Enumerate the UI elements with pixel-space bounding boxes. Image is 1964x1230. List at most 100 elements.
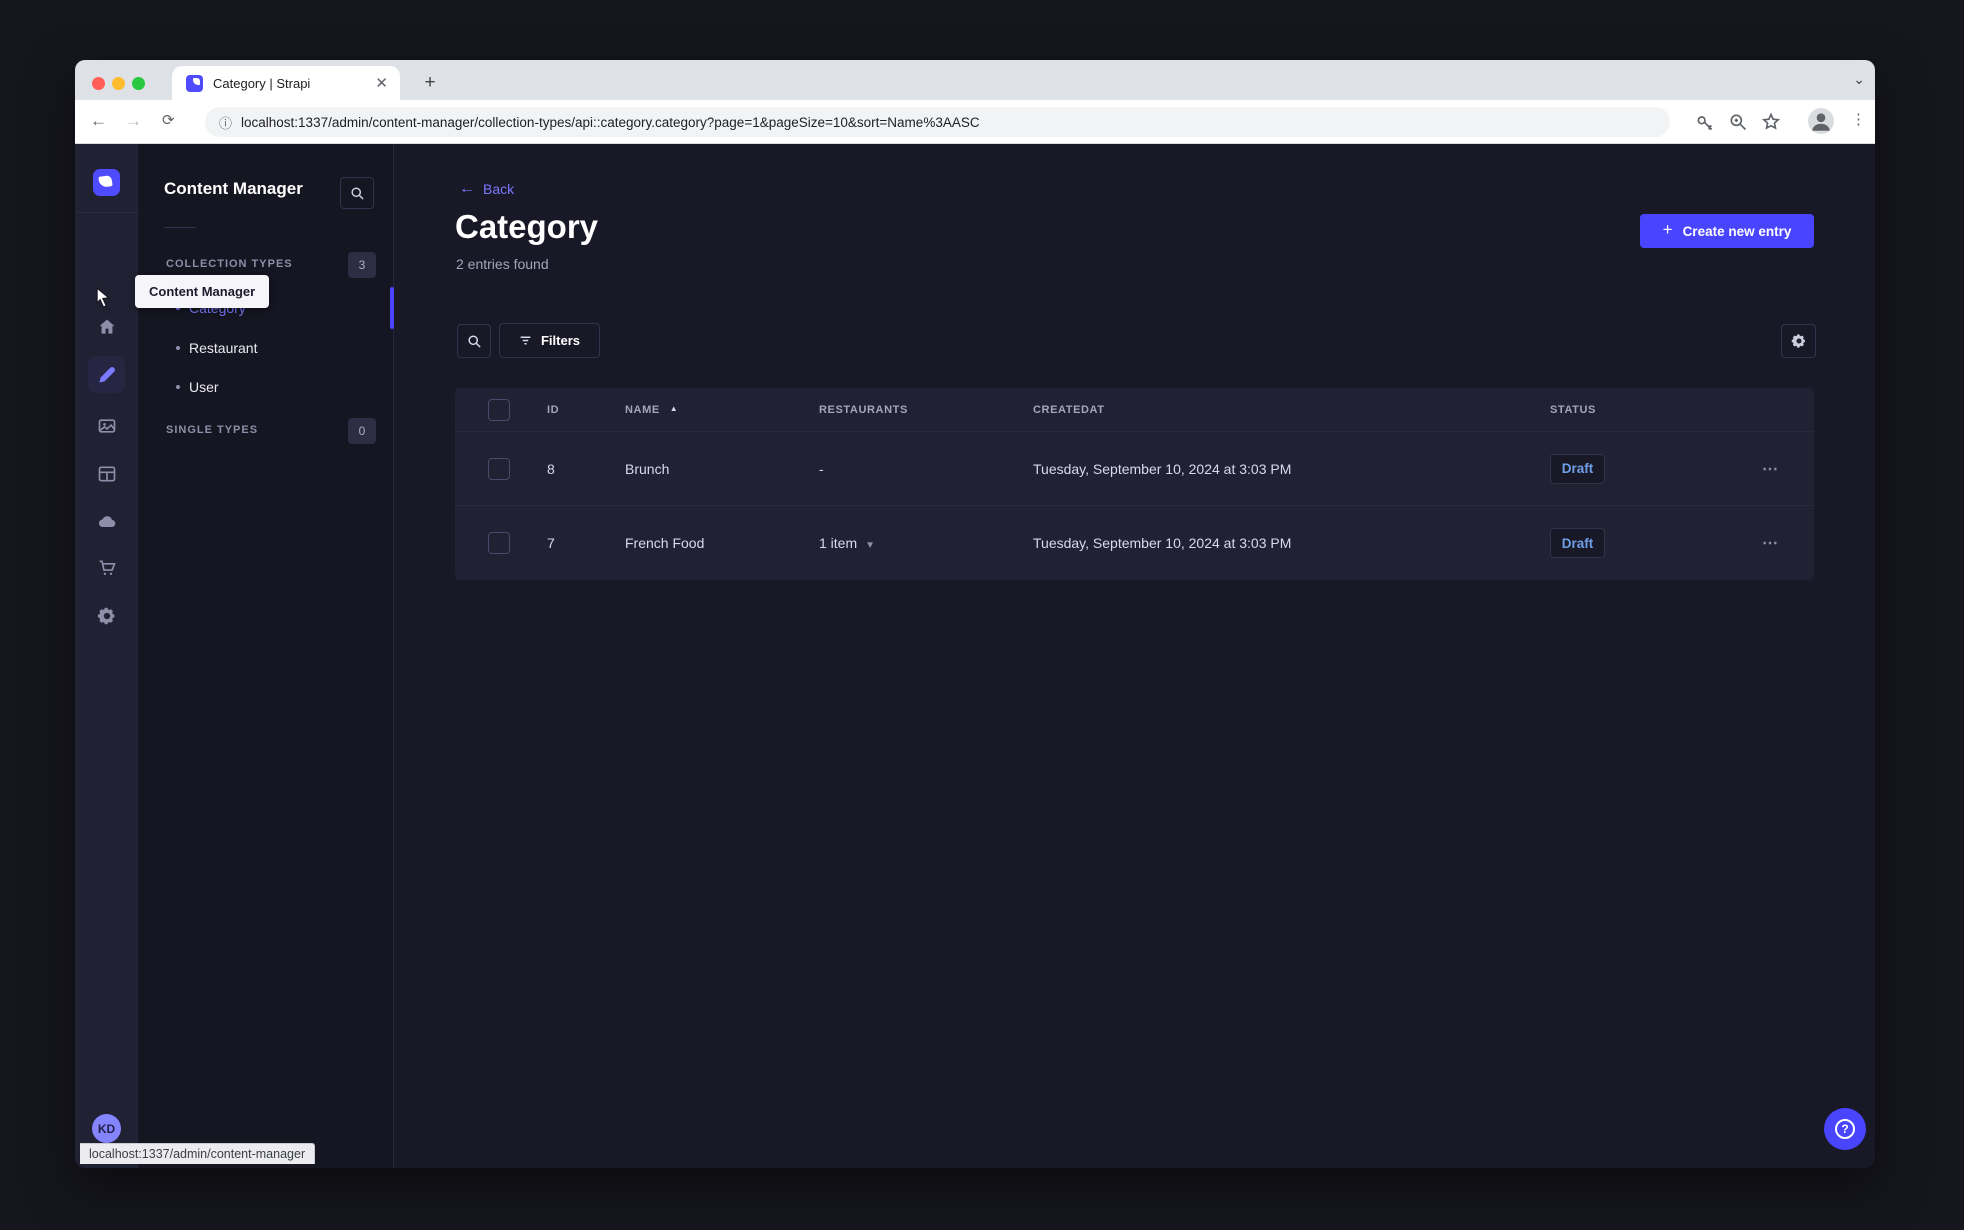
browser-profile-avatar[interactable] bbox=[1808, 108, 1834, 134]
forward-icon: → bbox=[125, 111, 142, 130]
column-header-createdat[interactable]: CREATEDAT bbox=[1033, 404, 1105, 416]
back-label: Back bbox=[483, 181, 515, 197]
row-checkbox[interactable] bbox=[488, 457, 510, 480]
close-window-button[interactable] bbox=[92, 77, 105, 90]
minimize-window-button[interactable] bbox=[112, 77, 125, 90]
column-header-restaurants[interactable]: RESTAURANTS bbox=[819, 404, 908, 416]
column-header-status[interactable]: STATUS bbox=[1550, 404, 1596, 416]
filters-label: Filters bbox=[540, 333, 580, 348]
create-new-entry-button[interactable]: + Create new entry bbox=[1640, 214, 1814, 248]
bookmark-star-icon[interactable] bbox=[1761, 112, 1781, 132]
tab-close-icon[interactable]: ✕ bbox=[375, 74, 388, 92]
tab-title: Category | Strapi bbox=[213, 75, 311, 91]
collection-types-count-badge: 3 bbox=[348, 252, 376, 278]
cell-createdat: Tuesday, September 10, 2024 at 3:03 PM bbox=[1033, 460, 1292, 477]
layout-icon bbox=[98, 466, 115, 481]
strapi-logo[interactable] bbox=[93, 169, 120, 196]
row-checkbox[interactable] bbox=[488, 532, 510, 554]
cell-status: Draft bbox=[1550, 453, 1605, 484]
back-arrow-icon: ← bbox=[459, 180, 475, 197]
cell-id: 7 bbox=[547, 535, 555, 551]
new-tab-button[interactable]: + bbox=[417, 70, 443, 96]
cell-status: Draft bbox=[1550, 528, 1605, 558]
site-info-icon[interactable]: ⓘ bbox=[219, 113, 232, 132]
single-types-count-badge: 0 bbox=[348, 418, 376, 444]
page-title: Category bbox=[455, 208, 599, 245]
browser-toolbar: ← → ⟳ ⓘ localhost:1337/admin/content-man… bbox=[75, 100, 1875, 144]
row-actions-button[interactable]: ⋯ bbox=[1762, 533, 1780, 553]
help-button[interactable]: ? bbox=[1824, 1108, 1866, 1150]
status-badge: Draft bbox=[1550, 453, 1605, 484]
plus-icon: + bbox=[1662, 220, 1673, 239]
cell-restaurants[interactable]: 1 item ▼ bbox=[819, 535, 875, 551]
strapi-app: KD Content Manager COLLECTION TYPES 3 Ca… bbox=[75, 144, 1875, 1168]
sidebar-item-user[interactable]: User bbox=[176, 379, 219, 395]
browser-menu-icon[interactable]: ⋮ bbox=[1851, 110, 1871, 130]
gear-icon bbox=[1791, 334, 1805, 348]
sidebar-item-deploy[interactable] bbox=[88, 503, 125, 540]
reload-icon[interactable]: ⟳ bbox=[162, 111, 175, 129]
password-key-icon[interactable] bbox=[1695, 112, 1715, 132]
table-row[interactable]: 8 Brunch - Tuesday, September 10, 2024 a… bbox=[455, 432, 1814, 506]
table-header-row: ID NAME ▲ RESTAURANTS CREATEDAT STATUS bbox=[455, 388, 1814, 432]
url-text: localhost:1337/admin/content-manager/col… bbox=[241, 114, 980, 130]
collection-types-label: COLLECTION TYPES bbox=[166, 258, 293, 270]
back-icon[interactable]: ← bbox=[90, 111, 107, 131]
sidebar-item-label: Restaurant bbox=[189, 340, 258, 356]
user-avatar[interactable]: KD bbox=[92, 1114, 121, 1143]
strapi-favicon bbox=[186, 74, 203, 92]
tab-search-chevron-icon[interactable]: ⌄ bbox=[1853, 71, 1865, 88]
zoom-extension-icon[interactable] bbox=[1728, 112, 1748, 132]
home-icon bbox=[99, 319, 114, 334]
subnav-search-button[interactable] bbox=[340, 177, 374, 209]
view-settings-button[interactable] bbox=[1781, 324, 1816, 358]
sidebar-item-label: User bbox=[189, 379, 219, 395]
sidebar-item-content-type-builder[interactable] bbox=[88, 455, 125, 492]
mouse-cursor bbox=[96, 286, 111, 309]
cart-icon bbox=[99, 560, 116, 575]
sidebar-item-media-library[interactable] bbox=[88, 407, 125, 444]
sidebar-item-marketplace[interactable] bbox=[88, 549, 125, 586]
nav-tooltip: Content Manager bbox=[135, 275, 270, 308]
pen-icon bbox=[99, 366, 115, 382]
status-badge: Draft bbox=[1550, 528, 1605, 558]
sidebar-item-restaurant[interactable]: Restaurant bbox=[176, 340, 257, 356]
cloud-icon bbox=[98, 515, 115, 527]
column-header-name[interactable]: NAME ▲ bbox=[625, 404, 678, 416]
table-search-button[interactable] bbox=[457, 324, 491, 358]
filter-icon bbox=[520, 336, 531, 345]
column-header-id[interactable]: ID bbox=[547, 404, 559, 416]
subnav-title: Content Manager bbox=[164, 179, 303, 198]
entries-count: 2 entries found bbox=[456, 256, 549, 272]
cell-id: 8 bbox=[547, 460, 555, 477]
browser-window: Category | Strapi ✕ + ⌄ ← → ⟳ ⓘ localhos… bbox=[75, 60, 1875, 1168]
select-all-checkbox[interactable] bbox=[488, 398, 510, 421]
active-item-indicator bbox=[390, 287, 394, 329]
question-mark-icon: ? bbox=[1835, 1119, 1855, 1139]
cell-createdat: Tuesday, September 10, 2024 at 3:03 PM bbox=[1033, 535, 1292, 551]
row-actions-button[interactable]: ⋯ bbox=[1762, 459, 1780, 479]
link-preview-status-bar: localhost:1337/admin/content-manager bbox=[80, 1143, 316, 1164]
subnav-divider bbox=[164, 227, 196, 228]
search-icon bbox=[467, 334, 481, 348]
table-row[interactable]: 7 French Food 1 item ▼ Tuesday, September… bbox=[455, 506, 1814, 580]
bullet-icon bbox=[176, 385, 180, 389]
filters-button[interactable]: Filters bbox=[499, 323, 600, 358]
chevron-down-icon: ▼ bbox=[865, 540, 876, 551]
sidebar-item-home[interactable] bbox=[88, 308, 125, 345]
browser-tab[interactable]: Category | Strapi ✕ bbox=[172, 66, 400, 100]
sidebar-item-settings[interactable] bbox=[88, 597, 125, 634]
address-bar[interactable]: ⓘ localhost:1337/admin/content-manager/c… bbox=[205, 107, 1670, 137]
back-link[interactable]: ← Back bbox=[459, 180, 514, 198]
pictures-icon bbox=[98, 418, 115, 433]
cell-name: French Food bbox=[625, 535, 705, 551]
entries-table: ID NAME ▲ RESTAURANTS CREATEDAT STATUS 8 … bbox=[455, 388, 1814, 580]
fullscreen-window-button[interactable] bbox=[132, 77, 145, 90]
sidebar-item-content-manager[interactable] bbox=[88, 356, 125, 393]
cell-restaurants: - bbox=[819, 460, 824, 477]
single-types-label: SINGLE TYPES bbox=[166, 424, 259, 436]
rail-divider bbox=[75, 212, 138, 213]
tab-strip: Category | Strapi ✕ + ⌄ bbox=[75, 60, 1875, 100]
gear-icon bbox=[97, 607, 114, 624]
create-new-entry-label: Create new entry bbox=[1682, 223, 1792, 239]
